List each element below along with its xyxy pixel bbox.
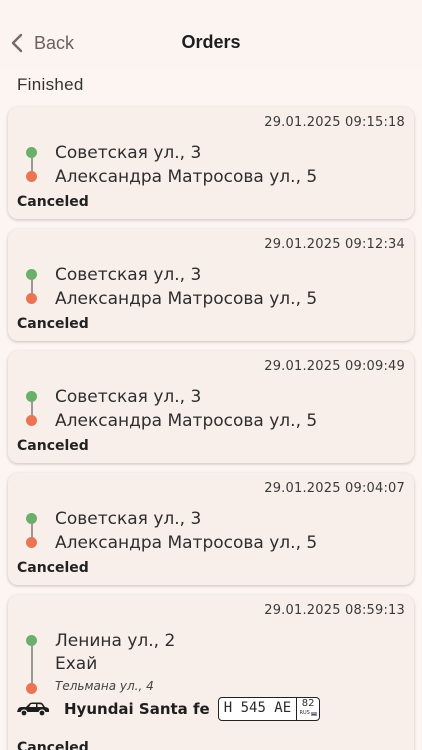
- to-address-detail: Тельмана ул., 4: [55, 679, 154, 693]
- order-card[interactable]: 29.01.2025 08:59:13 Ленина ул., 2 Ехай Т…: [8, 595, 414, 750]
- to-address: Александра Матросова ул., 5: [55, 411, 318, 431]
- status-label: Canceled: [17, 194, 89, 210]
- status-label: Canceled: [17, 316, 89, 332]
- order-date: 29.01.2025 09:09:49: [264, 359, 405, 374]
- order-card[interactable]: 29.01.2025 09:04:07 Советская ул., 3 Але…: [8, 473, 414, 585]
- from-address: Советская ул., 3: [55, 143, 202, 163]
- plate-region-box: 82 RUS: [297, 698, 319, 720]
- route-line: [31, 157, 33, 172]
- to-address: Ехай: [55, 654, 98, 674]
- to-address: Александра Матросова ул., 5: [55, 289, 318, 309]
- order-date: 29.01.2025 09:04:07: [264, 481, 405, 496]
- to-address: Александра Матросова ул., 5: [55, 533, 318, 553]
- car-info: Hyundai Santa fe Н 545 АЕ 82 RUS: [16, 697, 321, 721]
- from-address: Советская ул., 3: [55, 265, 202, 285]
- order-card[interactable]: 29.01.2025 09:12:34 Советская ул., 3 Але…: [8, 229, 414, 341]
- order-date: 29.01.2025 08:59:13: [264, 603, 405, 618]
- to-dot-icon: [26, 293, 37, 304]
- plate-country: RUS: [300, 710, 317, 717]
- to-address: Александра Матросова ул., 5: [55, 167, 318, 187]
- route-line: [31, 645, 33, 685]
- car-icon: [17, 702, 49, 717]
- license-plate: Н 545 АЕ 82 RUS: [217, 697, 321, 721]
- route-line: [31, 279, 33, 294]
- plate-region: 82: [301, 698, 315, 709]
- from-address: Советская ул., 3: [55, 509, 202, 529]
- to-dot-icon: [26, 683, 37, 694]
- status-label: Canceled: [17, 740, 89, 750]
- order-card[interactable]: 29.01.2025 09:09:49 Советская ул., 3 Але…: [8, 351, 414, 463]
- from-address: Ленина ул., 2: [55, 631, 176, 651]
- from-address: Советская ул., 3: [55, 387, 202, 407]
- order-date: 29.01.2025 09:12:34: [264, 237, 405, 252]
- plate-number: Н 545 АЕ: [219, 698, 298, 720]
- page-title: Orders: [181, 32, 241, 52]
- order-date: 29.01.2025 09:15:18: [264, 115, 405, 130]
- to-dot-icon: [26, 537, 37, 548]
- route-line: [31, 401, 33, 416]
- nav-bar: Back Orders: [0, 0, 422, 66]
- car-model: Hyundai Santa fe: [64, 700, 210, 718]
- route-line: [31, 523, 33, 538]
- to-dot-icon: [26, 415, 37, 426]
- status-label: Canceled: [17, 560, 89, 576]
- order-card[interactable]: 29.01.2025 09:15:18 Советская ул., 3 Але…: [8, 107, 414, 219]
- orders-list: 29.01.2025 09:15:18 Советская ул., 3 Але…: [8, 107, 414, 750]
- russia-flag-icon: [310, 711, 317, 716]
- section-label: Finished: [17, 75, 84, 94]
- plate-country-label: RUS: [299, 710, 310, 716]
- status-label: Canceled: [17, 438, 89, 454]
- to-dot-icon: [26, 171, 37, 182]
